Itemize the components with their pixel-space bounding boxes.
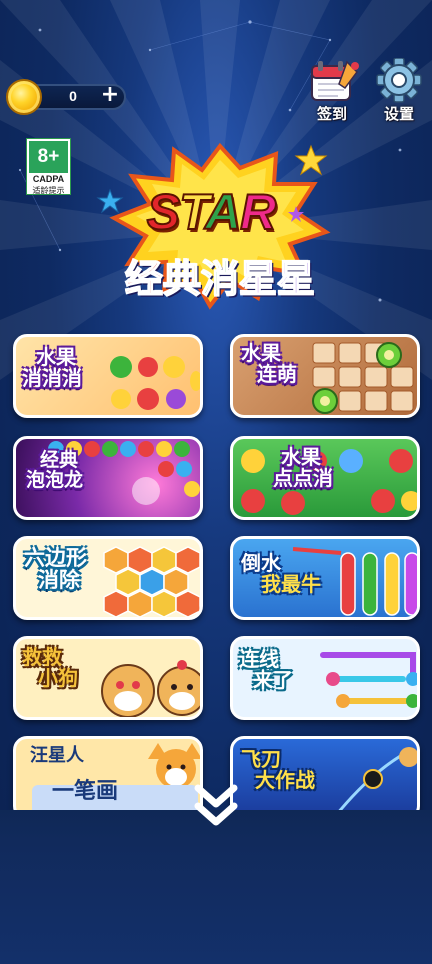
calendar-checkin-icon [311, 60, 359, 101]
game-card-save-dog[interactable]: 救救 小狗 [13, 636, 203, 720]
coin-icon [6, 79, 42, 115]
logo-subtitle: 经典消星星 [124, 256, 316, 302]
age-rating-note: 适龄提示 [32, 186, 65, 195]
game-card-bubble-shooter[interactable]: 经典 泡泡龙 [13, 436, 203, 520]
game-title: 汪星人 一笔画 [30, 745, 119, 804]
game-card-fruit-match[interactable]: 水果 消消消 [13, 334, 203, 418]
settings-button[interactable]: 设置 [370, 58, 428, 124]
settings-label: 设置 [383, 105, 414, 123]
game-title: 救救 小狗 [22, 645, 78, 690]
bottom-panel [0, 810, 432, 964]
chevron-double-down-icon[interactable] [192, 784, 240, 830]
logo-star-word: STAR [146, 183, 277, 241]
game-title: 经典 泡泡龙 [26, 449, 84, 491]
age-rating-value: 8+ [29, 141, 68, 173]
game-card-connect-lines[interactable]: 连线 来了 [230, 636, 420, 720]
game-card-hexagon[interactable]: 六边形 消除 [13, 536, 203, 620]
age-rating-org: CADPA [32, 174, 65, 184]
game-card-dog-one-stroke[interactable]: 汪星人 一笔画 [13, 736, 203, 820]
game-title: 水果 消消消 [22, 345, 82, 390]
gear-icon [376, 58, 422, 103]
game-card-fruit-tap[interactable]: 水果 点点消 [230, 436, 420, 520]
star-icon [96, 188, 124, 214]
add-coins-button[interactable]: + [98, 83, 122, 107]
star-icon [294, 144, 328, 176]
game-title: 六边形 消除 [24, 546, 87, 593]
game-title: 水果 连萌 [241, 341, 297, 386]
age-rating-badge: 8+ CADPA 适龄提示 [26, 138, 71, 195]
game-title: 水果 点点消 [273, 445, 333, 490]
game-title: 飞刀 大作战 [241, 747, 315, 792]
game-card-knife-battle[interactable]: 飞刀 大作战 [230, 736, 420, 820]
coin-count: 0 [69, 88, 77, 104]
game-title: 连线 来了 [239, 647, 293, 692]
game-title: 倒水 我最牛 [241, 551, 321, 596]
checkin-button[interactable]: 签到 [303, 58, 361, 124]
game-card-water-sort[interactable]: 倒水 我最牛 [230, 536, 420, 620]
checkin-label: 签到 [316, 105, 347, 123]
home-screen: 0 + 签到 设置 8+ CADPA 适龄提示 STAR 经典消星星 水果 消消… [0, 0, 432, 964]
game-card-fruit-link[interactable]: 水果 连萌 [230, 334, 420, 418]
